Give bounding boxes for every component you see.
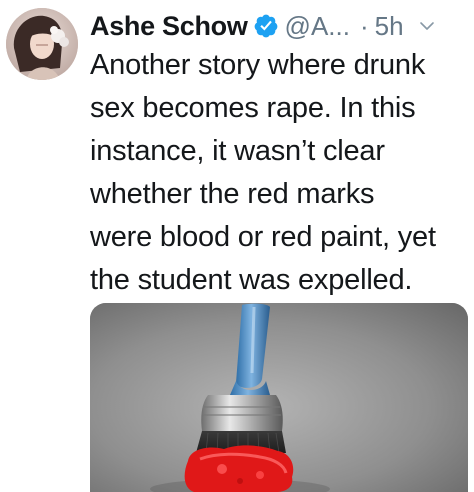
avatar[interactable] <box>6 8 78 80</box>
tweet-card[interactable]: Ashe Schow @A... · 5h Another story wher… <box>0 0 474 492</box>
paintbrush-image <box>90 303 468 492</box>
tweet-timestamp[interactable]: 5h <box>375 11 404 42</box>
tweet-media-image[interactable] <box>90 303 468 492</box>
avatar-image <box>6 8 78 80</box>
author-handle[interactable]: @A... <box>285 11 350 42</box>
verified-badge-icon <box>253 13 279 39</box>
author-name[interactable]: Ashe Schow <box>90 11 248 42</box>
tweet-header: Ashe Schow @A... · 5h <box>90 6 468 46</box>
tweet-text: Another story where drunk sex becomes ra… <box>90 49 436 296</box>
header-separator: · <box>359 10 369 41</box>
chevron-down-icon[interactable] <box>418 17 436 35</box>
